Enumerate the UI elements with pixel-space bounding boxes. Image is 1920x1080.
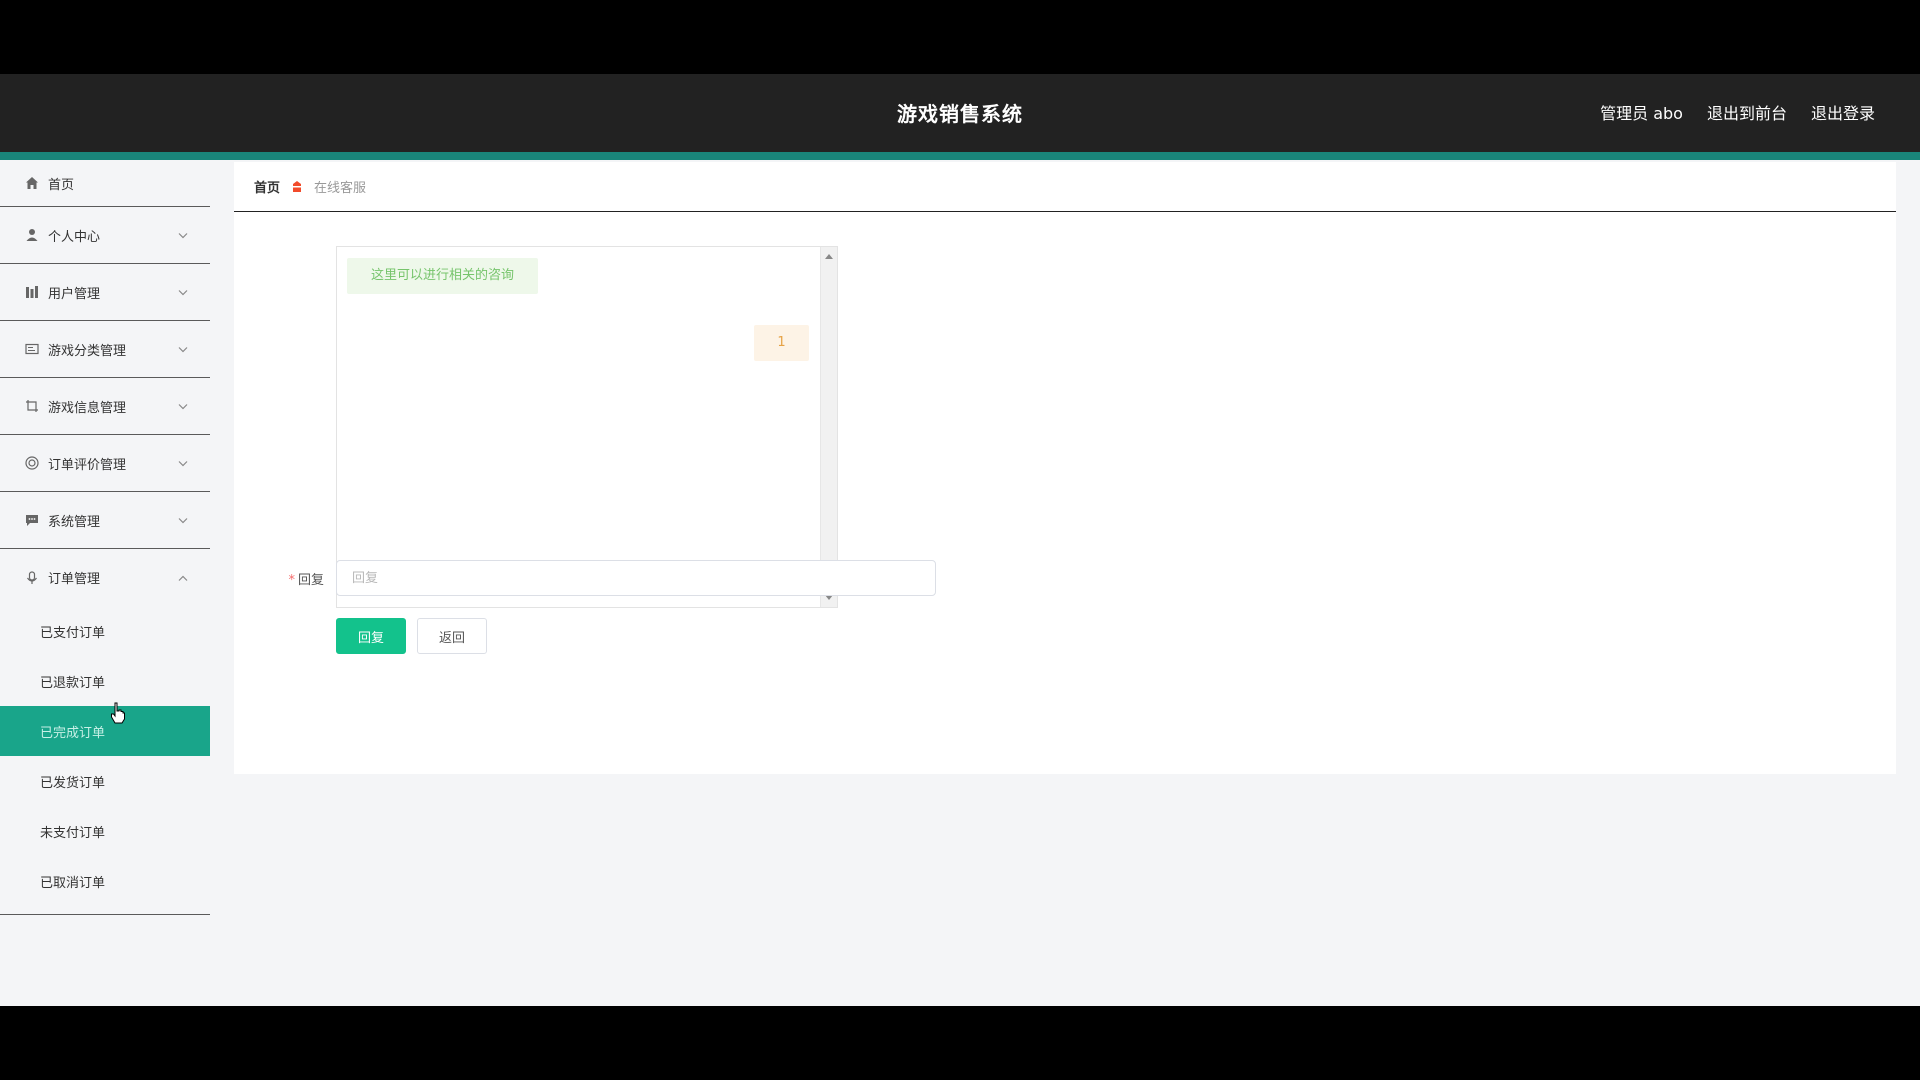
sidebar-item-order-management[interactable]: 订单管理: [0, 549, 210, 606]
home-icon: [24, 175, 40, 191]
crop-icon: [24, 398, 40, 414]
sidebar-item-user-management[interactable]: 用户管理: [0, 264, 210, 321]
chevron-down-icon: [178, 342, 188, 357]
back-button[interactable]: 返回: [417, 618, 487, 654]
reply-button[interactable]: 回复: [336, 618, 406, 654]
sidebar-item-label: 系统管理: [48, 514, 101, 530]
sidebar-item-game-info[interactable]: 游戏信息管理: [0, 378, 210, 435]
chat-history[interactable]: 这里可以进行相关的咨询 1: [336, 246, 838, 608]
sidebar-item-label: 游戏信息管理: [48, 400, 127, 416]
list-card-icon: [24, 341, 40, 357]
hand-cursor-icon: [110, 702, 126, 724]
chevron-down-icon: [178, 456, 188, 471]
reply-label: * 回复: [234, 569, 336, 588]
exit-to-front-link[interactable]: 退出到前台: [1707, 100, 1787, 124]
sidebar-item-refunded-orders[interactable]: 已退款订单: [0, 656, 210, 706]
sidebar-item-label: 订单管理: [48, 572, 101, 587]
chevron-down-icon: [178, 399, 188, 414]
reply-input[interactable]: [336, 560, 936, 596]
sidebar-item-paid-orders[interactable]: 已支付订单: [0, 606, 210, 656]
chat-scrollbar[interactable]: [820, 247, 837, 607]
sidebar-item-home[interactable]: 首页: [0, 160, 210, 207]
sidebar-item-unpaid-orders[interactable]: 未支付订单: [0, 806, 210, 856]
top-header: 游戏销售系统 管理员 abo 退出到前台 退出登录: [0, 74, 1920, 152]
sidebar-item-system[interactable]: 系统管理: [0, 492, 210, 549]
sidebar-item-label: 用户管理: [48, 286, 101, 302]
sidebar-item-label: 游戏分类管理: [48, 343, 127, 359]
sidebar-item-game-category[interactable]: 游戏分类管理: [0, 321, 210, 378]
person-icon: [24, 227, 40, 243]
separator-icon: [290, 180, 304, 194]
sidebar-item-completed-orders[interactable]: 已完成订单: [0, 706, 210, 756]
sidebar-item-label: 首页: [48, 177, 75, 193]
logout-link[interactable]: 退出登录: [1811, 100, 1875, 124]
chart-icon: [24, 284, 40, 300]
breadcrumb-current: 在线客服: [314, 181, 367, 196]
chevron-down-icon: [178, 513, 188, 528]
sidebar: 首页 个人中心 用户管理 游戏分类管理 游戏信息管理 订单评价管理 系统管理 订…: [0, 160, 210, 1006]
chevron-up-icon: [178, 570, 188, 585]
chevron-down-icon: [178, 228, 188, 243]
sidebar-item-label: 个人中心: [48, 229, 101, 245]
reply-label-text: 回复: [297, 572, 324, 588]
header-accent-bar: [0, 152, 1920, 160]
main-panel: 首页 在线客服 这里可以进行相关的咨询 1 *回复 回复 返回: [234, 162, 1896, 774]
microphone-icon: [24, 570, 40, 586]
sidebar-item-personal-center[interactable]: 个人中心: [0, 207, 210, 264]
reply-form-row: * 回复: [234, 560, 936, 596]
order-submenu: 已支付订单 已退款订单 已完成订单 已发货订单 未支付订单 已取消订单: [0, 606, 210, 915]
required-asterisk: *: [288, 572, 295, 588]
scroll-up-arrow-icon[interactable]: [825, 254, 833, 259]
sidebar-item-cancelled-orders[interactable]: 已取消订单: [0, 856, 210, 906]
chat-message-right: 1: [754, 325, 809, 361]
sidebar-item-shipped-orders[interactable]: 已发货订单: [0, 756, 210, 806]
breadcrumb: 首页 在线客服: [234, 162, 1896, 212]
sidebar-item-order-review[interactable]: 订单评价管理: [0, 435, 210, 492]
breadcrumb-home[interactable]: 首页: [254, 177, 280, 196]
form-actions: 回复 返回: [336, 618, 487, 654]
chat-message-left: 这里可以进行相关的咨询: [347, 258, 539, 294]
app-screen: 游戏销售系统 管理员 abo 退出到前台 退出登录 首页 个人中心 用户管理 游…: [0, 74, 1920, 1006]
circle-icon: [24, 455, 40, 471]
message-icon: [24, 512, 40, 528]
header-actions: 管理员 abo 退出到前台 退出登录: [1600, 100, 1875, 124]
chevron-down-icon: [178, 285, 188, 300]
admin-user-link[interactable]: 管理员 abo: [1600, 100, 1683, 124]
sidebar-item-label: 订单评价管理: [48, 457, 127, 473]
